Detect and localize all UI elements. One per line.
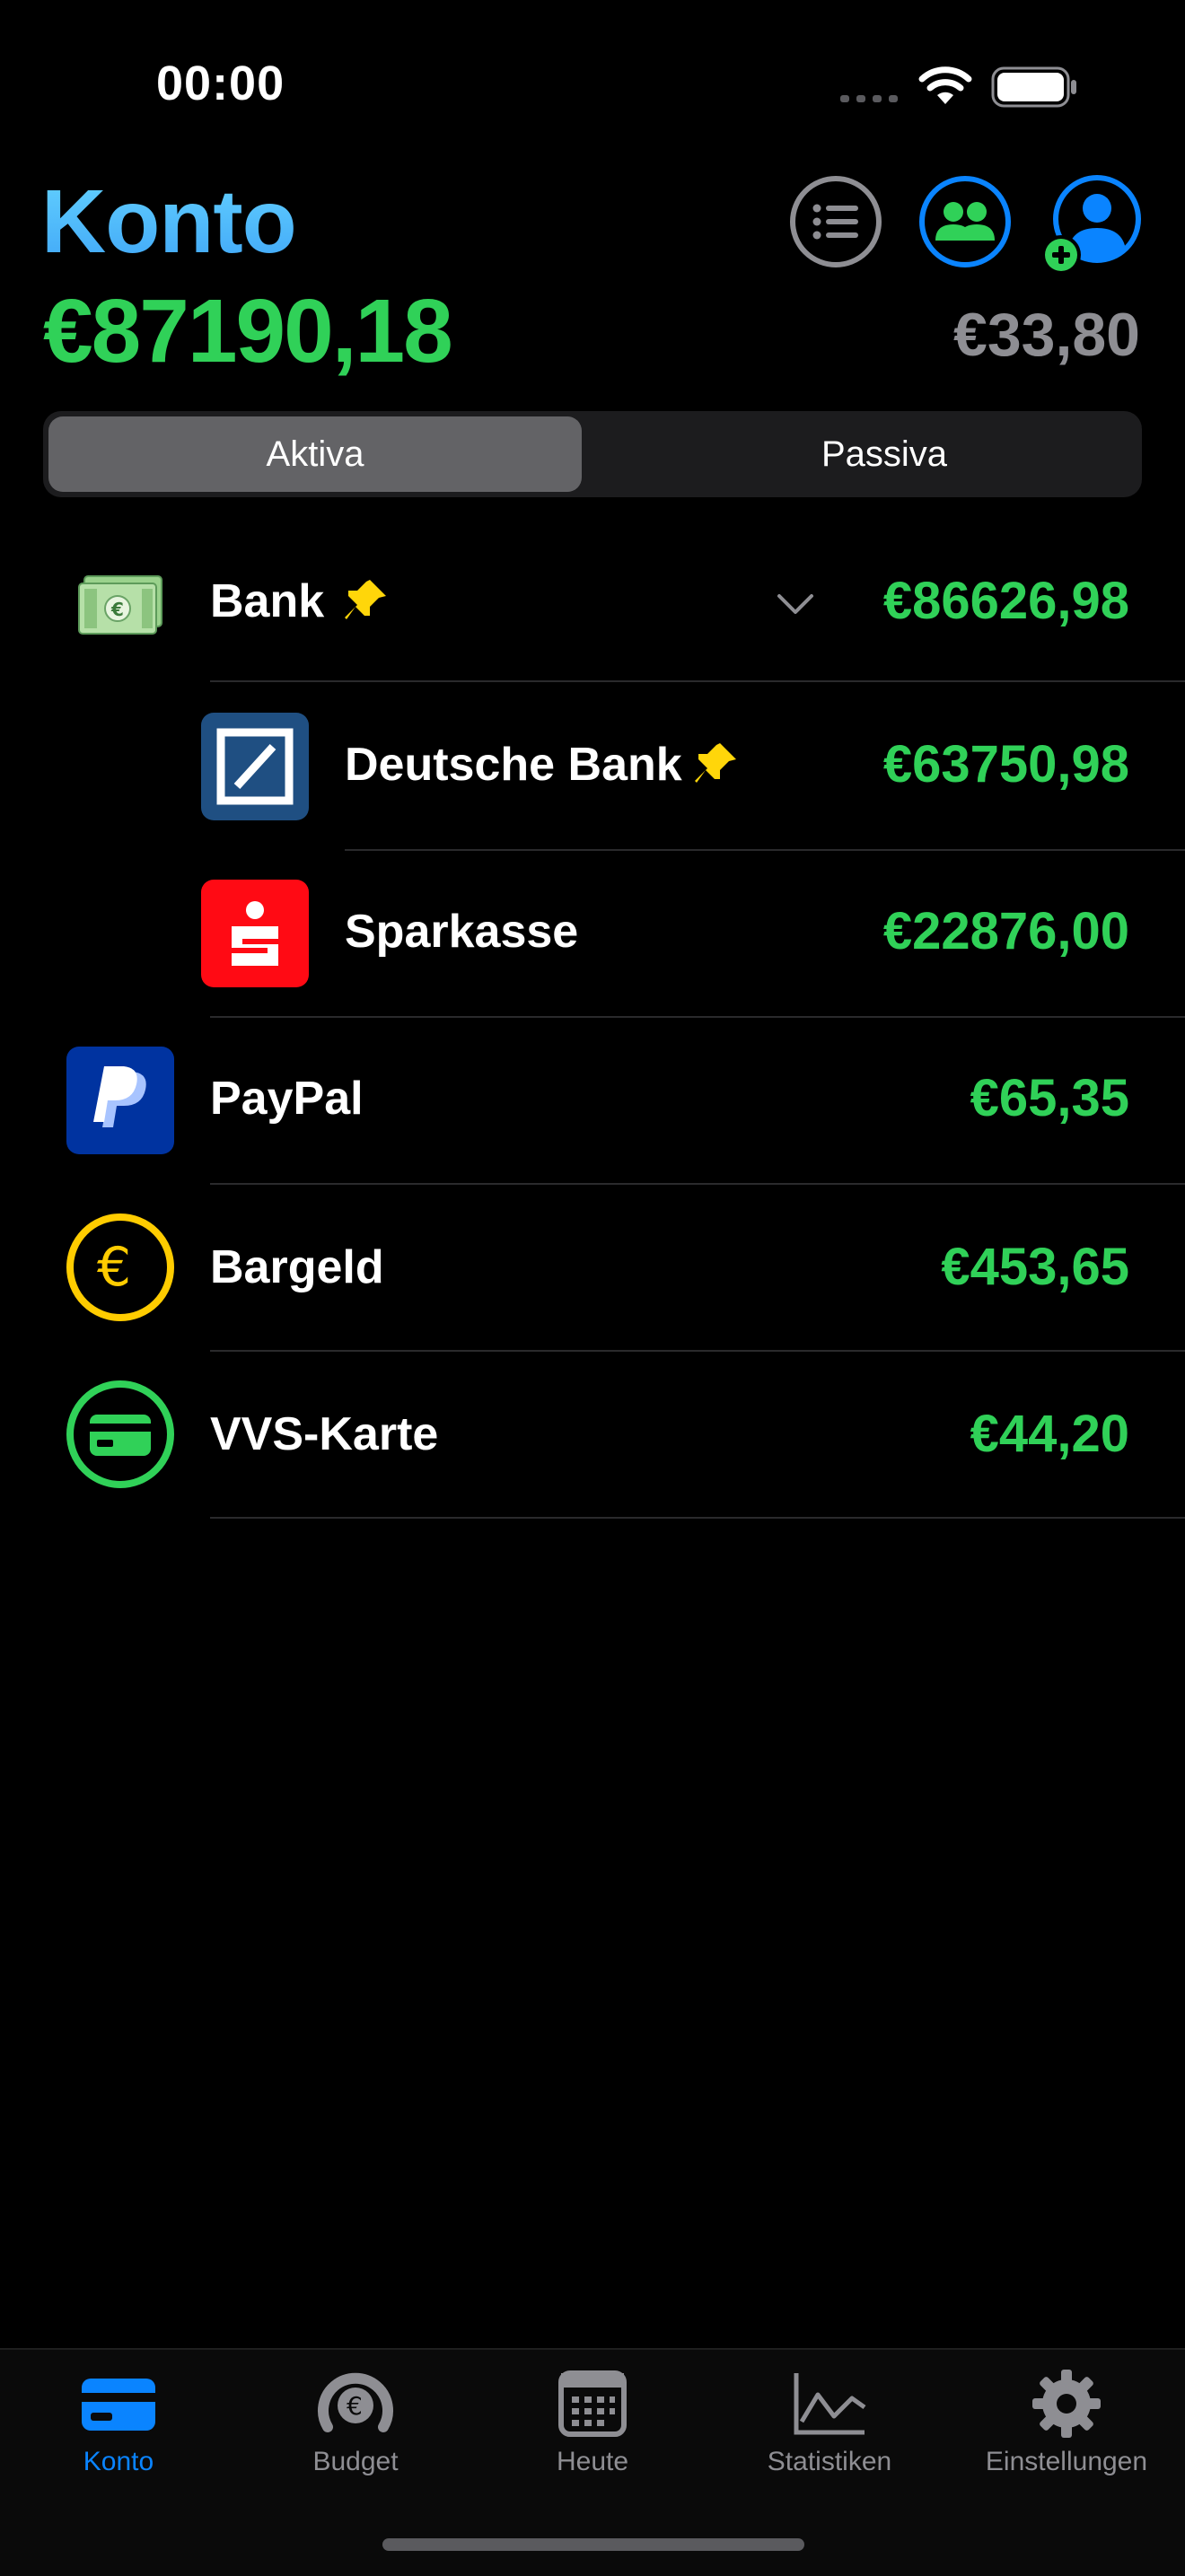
wifi-icon xyxy=(918,66,972,104)
tab-einstellungen[interactable]: Einstellungen xyxy=(948,2368,1185,2502)
segment-passiva[interactable]: Passiva xyxy=(627,416,1142,492)
account-amount: €63750,98 xyxy=(882,735,1129,793)
pin-icon xyxy=(695,743,736,783)
group-icon[interactable] xyxy=(917,174,1013,269)
tab-konto[interactable]: Konto xyxy=(0,2368,237,2502)
account-row-vvs-karte[interactable]: VVS-Karte €44,20 xyxy=(0,1352,1185,1519)
row-divider xyxy=(210,1517,1185,1519)
deutsche-bank-logo xyxy=(201,713,309,820)
account-amount: €86626,98 xyxy=(882,572,1129,630)
segment-aktiva[interactable]: Aktiva xyxy=(48,416,582,492)
account-amount: €22876,00 xyxy=(882,902,1129,960)
tab-label: Einstellungen xyxy=(985,2447,1148,2476)
svg-text:€: € xyxy=(347,2391,363,2421)
account-name: Bank xyxy=(210,575,325,627)
account-amount: €453,65 xyxy=(941,1238,1129,1296)
battery-icon xyxy=(991,66,1076,108)
total-balance: €87190,18 xyxy=(43,281,453,381)
money-bills-icon: € xyxy=(78,575,162,635)
svg-text:€: € xyxy=(97,1236,131,1299)
account-name: PayPal xyxy=(210,1073,364,1125)
account-amount: €65,35 xyxy=(970,1069,1129,1127)
account-name: Bargeld xyxy=(210,1241,384,1293)
tab-budget[interactable]: € Budget xyxy=(237,2368,474,2502)
cellular-signal-icon xyxy=(840,95,898,102)
status-time: 00:00 xyxy=(156,57,285,110)
assets-liabilities-segmented-control: Aktiva Passiva xyxy=(43,411,1142,497)
account-row-bank[interactable]: € Bank €86626,98 xyxy=(0,544,1185,682)
card-icon xyxy=(82,2379,155,2431)
tab-heute[interactable]: Heute xyxy=(474,2368,711,2502)
chart-icon xyxy=(794,2373,866,2435)
sparkasse-logo xyxy=(201,880,309,987)
account-name: Sparkasse xyxy=(345,906,579,958)
tab-label: Budget xyxy=(312,2447,399,2476)
tab-label: Heute xyxy=(556,2447,629,2476)
budget-gauge-icon: € xyxy=(318,2372,393,2432)
credit-card-icon xyxy=(66,1380,174,1488)
account-name: Deutsche Bank xyxy=(345,739,682,791)
account-row-sparkasse[interactable]: Sparkasse €22876,00 xyxy=(0,851,1185,1018)
list-icon[interactable] xyxy=(788,174,883,269)
tab-label: Konto xyxy=(83,2447,154,2476)
tab-statistiken[interactable]: Statistiken xyxy=(711,2368,948,2502)
account-name: VVS-Karte xyxy=(210,1408,439,1460)
chevron-down-icon[interactable] xyxy=(776,591,815,616)
pin-icon xyxy=(345,580,386,619)
euro-coin-icon: € xyxy=(66,1214,174,1321)
svg-text:€: € xyxy=(110,599,124,620)
paypal-logo xyxy=(66,1047,174,1154)
gear-icon xyxy=(1032,2370,1101,2438)
secondary-balance: €33,80 xyxy=(953,301,1140,369)
page-title: Konto xyxy=(41,171,297,272)
calendar-icon xyxy=(558,2370,627,2437)
tab-label: Statistiken xyxy=(767,2447,892,2476)
account-row-paypal[interactable]: PayPal €65,35 xyxy=(0,1018,1185,1185)
account-row-deutsche-bank[interactable]: Deutsche Bank €63750,98 xyxy=(0,682,1185,851)
add-user-icon[interactable] xyxy=(1040,172,1146,278)
home-indicator xyxy=(382,2538,804,2551)
account-amount: €44,20 xyxy=(970,1405,1129,1463)
account-row-bargeld[interactable]: € Bargeld €453,65 xyxy=(0,1185,1185,1352)
